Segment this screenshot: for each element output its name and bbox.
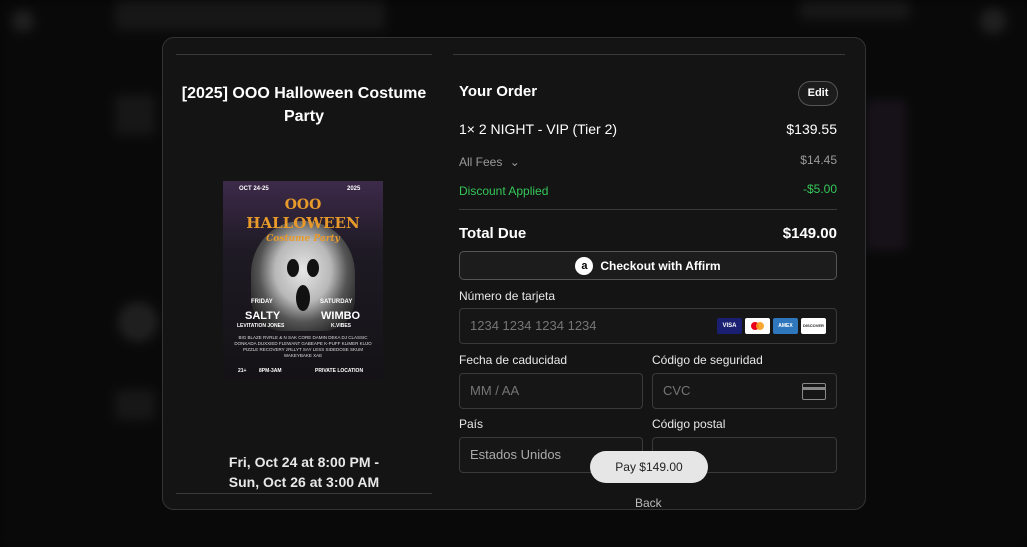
card-number-label: Número de tarjeta	[459, 289, 556, 303]
poster-age: 21+	[238, 368, 247, 374]
poster-dates: OCT 24-25	[239, 186, 269, 192]
card-brands: VISA AMEX DISCOVER	[717, 318, 826, 334]
event-summary: [2025] OOO Halloween Costume Party OCT 2…	[176, 54, 432, 494]
expiry-input[interactable]	[470, 383, 642, 398]
order-item-label: 1× 2 NIGHT - VIP (Tier 2)	[459, 121, 618, 137]
event-date-end: Sun, Oct 26 at 3:00 AM	[228, 474, 380, 490]
event-date: Fri, Oct 24 at 8:00 PM - Sun, Oct 26 at …	[176, 452, 432, 492]
discount-label: Discount Applied	[459, 184, 549, 198]
mask-left-eye	[287, 259, 299, 277]
poster-time: 8PM-3AM	[259, 368, 282, 374]
poster-subtitle: Costume Party	[266, 234, 340, 244]
chevron-down-icon: ⌄	[509, 155, 520, 169]
back-link[interactable]: Back	[635, 496, 662, 509]
order-panel: Your Order Edit 1× 2 NIGHT - VIP (Tier 2…	[453, 54, 845, 509]
fees-label: All Fees	[459, 155, 503, 169]
poster-halloween: HALLOWEEN	[246, 214, 360, 232]
checkout-modal: [2025] OOO Halloween Costume Party OCT 2…	[162, 37, 866, 510]
event-poster: OCT 24-25 2025 OOO HALLOWEEN Costume Par…	[223, 181, 383, 379]
country-label: País	[459, 417, 484, 431]
mastercard-icon	[745, 318, 770, 334]
poster-ooo: OOO	[284, 197, 322, 213]
visa-icon: VISA	[717, 318, 742, 334]
cvc-card-icon	[802, 383, 826, 400]
affirm-checkout-button[interactable]: a Checkout with Affirm	[459, 251, 837, 280]
affirm-icon: a	[575, 256, 594, 275]
total-label: Total Due	[459, 225, 527, 242]
country-value: Estados Unidos	[470, 447, 562, 462]
order-heading: Your Order	[459, 83, 538, 100]
edit-order-button[interactable]: Edit	[798, 81, 838, 106]
expiry-label: Fecha de caducidad	[459, 353, 568, 367]
poster-day1: FRIDAY	[251, 299, 273, 305]
cvc-label: Código de seguridad	[652, 353, 763, 367]
poster-year: 2025	[347, 186, 361, 192]
poster-support2: K.VIBES	[331, 323, 352, 329]
mask-right-eye	[307, 259, 319, 277]
poster-headliner2: WIMBO	[321, 310, 361, 322]
fees-toggle[interactable]: All Fees ⌄	[459, 155, 520, 169]
total-value: $149.00	[782, 225, 837, 242]
poster-headliner1: SALTY	[245, 310, 281, 322]
order-divider	[459, 209, 837, 210]
discover-icon: DISCOVER	[801, 318, 826, 334]
order-item-row: 1× 2 NIGHT - VIP (Tier 2) $139.55	[459, 121, 837, 137]
postal-code-label: Código postal	[652, 417, 726, 431]
event-date-start: Fri, Oct 24 at 8:00 PM -	[228, 454, 380, 470]
poster-support1: LEVITATION JONES	[237, 323, 285, 329]
affirm-label: Checkout with Affirm	[600, 258, 721, 273]
poster-location: PRIVATE LOCATION	[315, 368, 364, 374]
card-number-field[interactable]: VISA AMEX DISCOVER	[459, 308, 837, 344]
total-row: Total Due $149.00	[459, 225, 837, 242]
expiry-field[interactable]	[459, 373, 643, 409]
discount-row: Discount Applied -$5.00	[459, 182, 837, 198]
cvc-field[interactable]	[652, 373, 837, 409]
event-title: [2025] OOO Halloween Costume Party	[181, 85, 427, 125]
fees-row: All Fees ⌄ $14.45	[459, 153, 837, 169]
mask-mouth	[296, 285, 310, 311]
pay-button[interactable]: Pay $149.00	[590, 451, 708, 483]
amex-icon: AMEX	[773, 318, 798, 334]
discount-value: -$5.00	[802, 182, 837, 196]
fees-value: $14.45	[800, 153, 837, 167]
order-item-price: $139.55	[786, 121, 837, 137]
poster-day2: SATURDAY	[320, 299, 353, 305]
poster-lineup: BIG BLAZE RVRLE & N SAK CORE DAMIN DEKA …	[234, 335, 372, 358]
